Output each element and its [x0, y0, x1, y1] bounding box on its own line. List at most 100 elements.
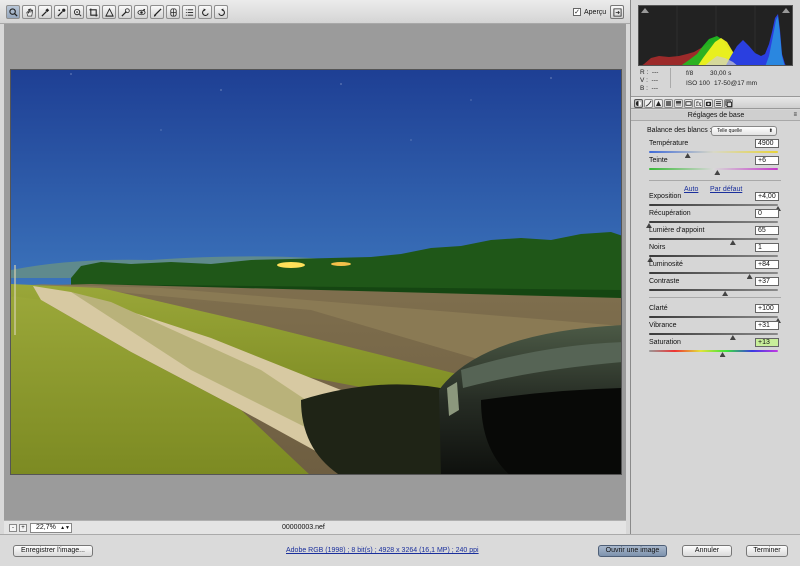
zoom-select-arrow-icon: ▲▼: [60, 525, 70, 531]
iso-value: ISO 100: [686, 80, 710, 87]
spot-removal-icon[interactable]: [118, 5, 132, 19]
brightness-slider-track[interactable]: [649, 272, 778, 274]
auto-link[interactable]: Auto: [684, 186, 698, 193]
white-balance-row: Balance des blancs : Telle quelle ⬍: [647, 126, 797, 137]
zoom-level-select[interactable]: 22,7% ▲▼: [30, 523, 72, 533]
recovery-label: Récupération: [649, 210, 691, 217]
straighten-icon[interactable]: [102, 5, 116, 19]
adjustment-brush-icon[interactable]: [150, 5, 164, 19]
contrast-label: Contraste: [649, 278, 680, 285]
clarity-slider-track[interactable]: [649, 316, 778, 318]
target-adjust-icon[interactable]: [70, 5, 84, 19]
rgb-readout: R : --- V : --- B : ---: [640, 69, 659, 92]
zoom-out-button[interactable]: -: [9, 524, 17, 532]
white-balance-icon[interactable]: [38, 5, 52, 19]
fill-light-slider-thumb[interactable]: [729, 240, 736, 245]
lens-value: 17-50@17 mm: [714, 80, 758, 87]
svg-text:fx: fx: [696, 101, 702, 107]
tab-lens-corrections-icon[interactable]: [684, 99, 693, 108]
zoom-icon[interactable]: [6, 5, 20, 19]
tab-camera-calibration-icon[interactable]: [704, 99, 713, 108]
tint-slider-track[interactable]: [649, 168, 778, 170]
fullscreen-toggle-icon[interactable]: [610, 5, 624, 19]
section-divider: [649, 180, 781, 181]
vibrance-label: Vibrance: [649, 322, 677, 329]
red-eye-icon[interactable]: [134, 5, 148, 19]
saturation-value-field[interactable]: +13: [755, 338, 779, 347]
camera-info: R : --- V : --- B : --- f/8 30,00 s ISO …: [638, 67, 793, 92]
tint-slider-thumb[interactable]: [714, 170, 721, 175]
file-name: 00000003.nef: [282, 524, 325, 531]
aperture-value: f/8: [686, 70, 694, 77]
blacks-label: Noirs: [649, 244, 666, 251]
preview-checkbox[interactable]: ✓: [573, 8, 581, 16]
vibrance-value-field[interactable]: +31: [755, 321, 779, 330]
cancel-button[interactable]: Annuler: [682, 545, 732, 557]
white-balance-value: Telle quelle: [717, 128, 743, 134]
brightness-value-field[interactable]: +84: [755, 260, 779, 269]
saturation-slider-thumb[interactable]: [719, 352, 726, 357]
shadow-clipping-warning-icon[interactable]: [641, 8, 649, 13]
graduated-filter-icon[interactable]: [166, 5, 180, 19]
temperature-slider-thumb[interactable]: [684, 153, 691, 158]
clarity-value-field[interactable]: +100: [755, 304, 779, 313]
vibrance-slider-thumb[interactable]: [729, 335, 736, 340]
white-balance-label: Balance des blancs :: [647, 127, 712, 134]
status-bar: - + 22,7% ▲▼ 00000003.nef: [4, 520, 626, 534]
contrast-value-field[interactable]: +37: [755, 277, 779, 286]
tool-group: [6, 5, 228, 19]
recovery-slider-track[interactable]: [649, 221, 778, 223]
tab-basic-icon[interactable]: [634, 99, 643, 108]
tab-hsl-icon[interactable]: [664, 99, 673, 108]
zoom-in-button[interactable]: +: [19, 524, 27, 532]
contrast-slider-track[interactable]: [649, 289, 778, 291]
tab-tone-curve-icon[interactable]: [644, 99, 653, 108]
photo-preview[interactable]: [10, 69, 622, 475]
temperature-value-field[interactable]: 4900: [755, 139, 779, 148]
panel-title: Réglages de base ≡: [631, 110, 800, 121]
brightness-slider-thumb[interactable]: [746, 274, 753, 279]
preview-toggle[interactable]: ✓ Aperçu: [573, 8, 606, 16]
histogram: [638, 5, 793, 66]
landscape-photo: [11, 70, 621, 474]
rotate-right-icon[interactable]: [214, 5, 228, 19]
tab-effects-icon[interactable]: fx: [694, 99, 703, 108]
blacks-slider-track[interactable]: [649, 255, 778, 257]
contrast-slider-thumb[interactable]: [722, 291, 729, 296]
exposure-value-field[interactable]: +4,00: [755, 192, 779, 201]
blacks-value-field[interactable]: 1: [755, 243, 779, 252]
tab-detail-icon[interactable]: [654, 99, 663, 108]
vibrance-slider-track[interactable]: [649, 333, 778, 335]
temperature-slider-track[interactable]: [649, 151, 778, 153]
tab-split-toning-icon[interactable]: [674, 99, 683, 108]
clarity-label: Clarté: [649, 305, 668, 312]
done-button[interactable]: Terminer: [746, 545, 788, 557]
hand-icon[interactable]: [22, 5, 36, 19]
color-sampler-icon[interactable]: [54, 5, 68, 19]
list-icon[interactable]: [182, 5, 196, 19]
saturation-slider-track[interactable]: [649, 350, 778, 352]
open-image-button[interactable]: Ouvrir une image: [598, 545, 667, 557]
tab-snapshots-icon[interactable]: [724, 99, 733, 108]
footer-bar: Enregistrer l'image... Adobe RGB (1998) …: [0, 534, 800, 566]
histogram-graph: [642, 6, 786, 65]
fill-light-label: Lumière d'appoint: [649, 227, 705, 234]
rotate-left-icon[interactable]: [198, 5, 212, 19]
tint-value-field[interactable]: +6: [755, 156, 779, 165]
fill-light-value-field[interactable]: 65: [755, 226, 779, 235]
default-link[interactable]: Par défaut: [710, 186, 742, 193]
crop-icon[interactable]: [86, 5, 100, 19]
workflow-options-link[interactable]: Adobe RGB (1998) ; 8 bit(s) ; 4928 x 326…: [286, 547, 479, 554]
panel-menu-icon[interactable]: ≡: [793, 110, 797, 121]
right-panel: R : --- V : --- B : --- f/8 30,00 s ISO …: [630, 0, 800, 534]
tab-presets-icon[interactable]: [714, 99, 723, 108]
fill-light-slider-track[interactable]: [649, 238, 778, 240]
white-balance-select[interactable]: Telle quelle ⬍: [711, 126, 777, 136]
temperature-label: Température: [649, 140, 689, 147]
save-image-button[interactable]: Enregistrer l'image...: [13, 545, 93, 557]
zoom-level-value: 22,7%: [36, 524, 56, 531]
highlight-clipping-warning-icon[interactable]: [782, 8, 790, 13]
recovery-value-field[interactable]: 0: [755, 209, 779, 218]
exposure-slider-track[interactable]: [649, 204, 778, 206]
shutter-speed-value: 30,00 s: [710, 70, 732, 77]
